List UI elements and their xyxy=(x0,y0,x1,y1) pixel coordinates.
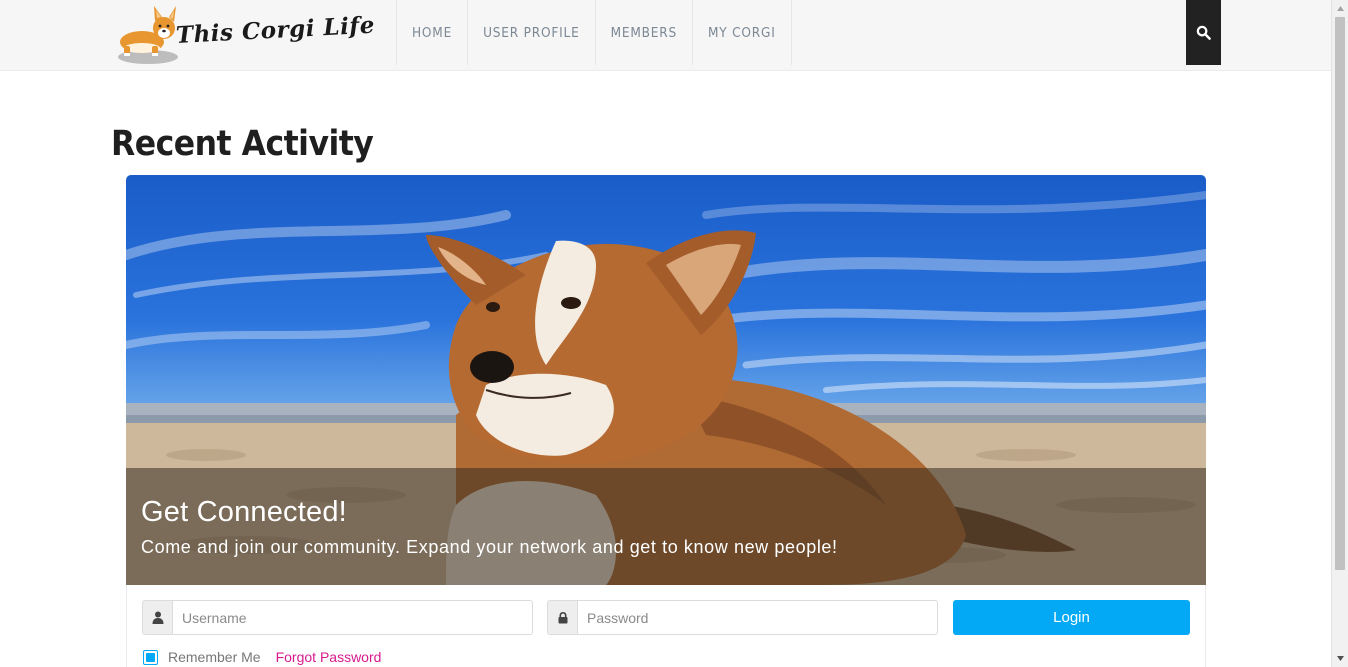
corgi-logo-icon xyxy=(118,6,178,64)
hero-title: Get Connected! xyxy=(141,496,347,528)
username-addon xyxy=(143,601,173,634)
password-input[interactable] xyxy=(578,601,937,634)
forgot-password-link[interactable]: Forgot Password xyxy=(276,649,382,665)
hero-subtitle: Come and join our community. Expand your… xyxy=(141,537,838,557)
nav-my-corgi-label: MY CORGI xyxy=(707,24,776,41)
scroll-down-arrow-icon[interactable] xyxy=(1332,650,1348,667)
site-header: This Corgi Life HOME USER PROFILE MEMBER… xyxy=(0,0,1331,71)
page-title: Recent Activity xyxy=(111,124,374,164)
logo-text: This Corgi Life xyxy=(175,11,376,49)
nav-members-label: MEMBERS xyxy=(610,24,677,41)
main-nav: HOME USER PROFILE MEMBERS MY CORGI xyxy=(396,0,792,65)
password-addon xyxy=(548,601,578,634)
lock-icon xyxy=(558,611,567,623)
nav-user-profile-label: USER PROFILE xyxy=(483,24,580,41)
remember-checkbox[interactable] xyxy=(143,649,158,665)
nav-user-profile[interactable]: USER PROFILE xyxy=(467,0,595,65)
page: This Corgi Life HOME USER PROFILE MEMBER… xyxy=(0,0,1348,667)
login-button[interactable]: Login xyxy=(953,600,1190,635)
password-field xyxy=(547,600,938,635)
remember-row: Remember Me Forgot Password xyxy=(143,649,381,665)
nav-home[interactable]: HOME xyxy=(396,0,467,65)
search-button[interactable] xyxy=(1186,0,1221,65)
hero-banner: Get Connected! Come and join our communi… xyxy=(126,175,1206,585)
remember-label: Remember Me xyxy=(168,649,261,665)
nav-members[interactable]: MEMBERS xyxy=(594,0,692,65)
scroll-up-arrow-icon[interactable] xyxy=(1332,0,1348,17)
login-form: Login Remember Me Forgot Password xyxy=(126,585,1206,667)
search-icon xyxy=(1196,25,1211,40)
nav-home-label: HOME xyxy=(412,24,453,41)
user-icon xyxy=(152,611,163,624)
username-field xyxy=(142,600,533,635)
site-logo[interactable]: This Corgi Life xyxy=(114,4,375,66)
nav-my-corgi[interactable]: MY CORGI xyxy=(691,0,792,65)
page-scrollbar[interactable] xyxy=(1331,0,1348,667)
checkbox-check-icon xyxy=(146,652,155,662)
username-input[interactable] xyxy=(173,601,532,634)
scrollbar-thumb[interactable] xyxy=(1335,17,1345,570)
